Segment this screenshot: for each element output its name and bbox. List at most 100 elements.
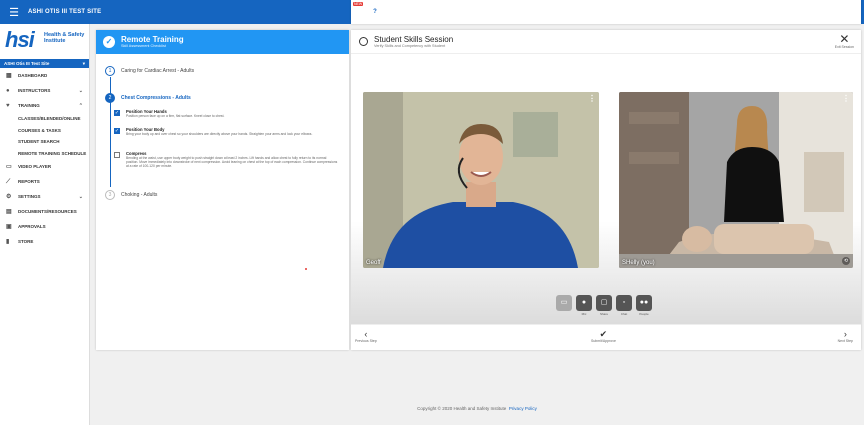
step-number: 1: [105, 66, 115, 76]
checklist-item: Compress Bending at the waist, use upper…: [114, 151, 339, 169]
chevron-right-icon: ›: [843, 329, 847, 339]
sidebar-item-store[interactable]: ▮ Store: [0, 234, 89, 249]
checklist-item: ✓ Position Your Hands Position person fa…: [114, 109, 339, 118]
submit-approve-button[interactable]: ✔ Submit/Approve: [591, 329, 616, 343]
participant-video-image: [619, 92, 853, 268]
checklist-header: ✓ Remote Training Skill Assessment Check…: [96, 30, 349, 54]
session-icon: [359, 37, 368, 46]
mic-toggle[interactable]: ● Mic: [576, 295, 592, 316]
participant-name: Geoff: [366, 260, 381, 266]
checkbox-checked[interactable]: ✓: [114, 128, 120, 134]
copyright-text: Copyright © 2020 Health and Safety Insti…: [417, 406, 507, 411]
session-title: Student Skills Session: [374, 34, 454, 44]
sidebar-subitem-courses[interactable]: Courses & Tasks: [0, 125, 89, 137]
sidebar-item-documents[interactable]: ▤ Documents/Resources: [0, 204, 89, 219]
video-tile-geoff[interactable]: Geoff ⋮: [363, 92, 599, 268]
dashboard-icon: ▦: [6, 72, 12, 79]
step-number: 3: [105, 190, 115, 200]
chevron-down-icon: ▾: [82, 60, 85, 66]
step-label: Chest Compressions - Adults: [121, 95, 191, 101]
chevron-up-icon: ⌃: [78, 102, 83, 109]
checklist-title: Remote Training: [121, 35, 184, 44]
chevron-down-icon: ⌄: [78, 193, 83, 200]
chat-toggle[interactable]: ▫ Chat: [616, 295, 632, 316]
top-app-bar: ☰ ASHI OTIS III TEST SITE NEW ?: [0, 0, 864, 24]
approvals-icon: ▣: [6, 223, 12, 230]
sidebar-item-instructors[interactable]: ● Instructors ⌄: [0, 83, 89, 98]
participant-video-image: [363, 92, 599, 268]
settings-icon: ⚙: [6, 193, 12, 200]
video-session-panel: Student Skills Session Verify Skills and…: [351, 30, 861, 350]
hsi-logo: hsi Health & Safety Institute: [5, 27, 85, 52]
check-circle-icon: ✓: [103, 36, 115, 48]
privacy-policy-link[interactable]: Privacy Policy: [509, 406, 537, 411]
session-subtitle: Verify Skills and Competency with Studen…: [374, 43, 446, 48]
instructors-icon: ●: [6, 87, 10, 94]
org-name: ASHI Otis III Test Site: [4, 61, 50, 66]
screen-share-icon: ▢: [596, 295, 612, 311]
camera-toggle[interactable]: ▭: [556, 295, 572, 316]
exit-session-button[interactable]: ✕ Exit Session: [835, 33, 854, 49]
page-footer: Copyright © 2020 Health and Safety Insti…: [90, 406, 864, 411]
stepper-line: [109, 102, 111, 187]
close-icon: ✕: [839, 32, 850, 46]
more-options-icon[interactable]: ⋮: [588, 95, 596, 103]
store-icon: ▮: [6, 238, 10, 245]
camera-icon: ▭: [556, 295, 572, 311]
mic-icon: ●: [576, 295, 592, 311]
sidebar-subitem-student-search[interactable]: Student Search: [0, 136, 89, 148]
step-label: Choking - Adults: [121, 192, 158, 198]
chat-icon: ▫: [616, 295, 632, 311]
sidebar-item-video-player[interactable]: ▭ Video Player: [0, 159, 89, 174]
cursor-dot: [305, 268, 307, 270]
reports-icon: ⟋: [6, 178, 11, 185]
sidebar-subitem-remote-schedule[interactable]: Remote Training Schedule: [0, 148, 89, 160]
training-icon: ♥: [6, 102, 10, 109]
next-step-button[interactable]: › Next Step: [838, 329, 853, 343]
item-description: Bending at the waist, use upper body wei…: [126, 156, 338, 169]
share-toggle[interactable]: ▢ Share: [596, 295, 612, 316]
checklist-subtitle: Skill Assessment Checklist: [121, 44, 166, 48]
stepper-line: [109, 77, 111, 94]
sidebar-item-dashboard[interactable]: ▦ Dashboard: [0, 68, 89, 83]
checkbox-checked[interactable]: ✓: [114, 110, 120, 116]
documents-icon: ▤: [6, 208, 12, 215]
people-toggle[interactable]: ●● People: [636, 295, 652, 316]
video-stage: Geoff ⋮ SHelly (you) ⋮ ⟲ ▭ ● Mic ▢ Share…: [351, 54, 861, 324]
step-cardiac-arrest[interactable]: 1 Caring for Cardiac Arrest - Adults: [105, 66, 194, 76]
sidebar-item-training[interactable]: ♥ Training ⌃: [0, 98, 89, 113]
checkbox-unchecked[interactable]: [114, 152, 120, 158]
sidebar-subitem-classes[interactable]: Classes/Blended/Online: [0, 113, 89, 125]
video-tile-shelly[interactable]: SHelly (you) ⋮ ⟲: [619, 92, 853, 268]
item-description: Position person face up on a firm, flat …: [126, 114, 225, 118]
skill-checklist-panel: ✓ Remote Training Skill Assessment Check…: [96, 30, 349, 350]
refresh-icon[interactable]: ⟲: [842, 257, 850, 265]
step-label: Caring for Cardiac Arrest - Adults: [121, 68, 195, 74]
item-description: Bring your body up and over chest so you…: [126, 132, 313, 136]
step-number: 2: [105, 93, 115, 103]
sidebar-item-settings[interactable]: ⚙ Settings ⌄: [0, 189, 89, 204]
previous-step-button[interactable]: ‹ Previous Step: [355, 329, 377, 343]
step-chest-compressions[interactable]: 2 Chest Compressions - Adults: [105, 93, 191, 103]
checklist-item: ✓ Position Your Body Bring your body up …: [114, 127, 339, 136]
participant-name: SHelly (you): [622, 260, 655, 266]
site-title: ASHI OTIS III TEST SITE: [28, 9, 102, 15]
more-options-icon[interactable]: ⋮: [842, 95, 850, 103]
call-controls: ▭ ● Mic ▢ Share ▫ Chat ●● People: [556, 295, 652, 316]
step-choking[interactable]: 3 Choking - Adults: [105, 190, 157, 200]
org-selector[interactable]: ASHI Otis III Test Site ▾: [0, 59, 89, 68]
hamburger-menu-icon[interactable]: ☰: [0, 6, 28, 19]
session-header: Student Skills Session Verify Skills and…: [351, 30, 861, 54]
sidebar-item-approvals[interactable]: ▣ Approvals: [0, 219, 89, 234]
user-check-icon: ✔: [599, 329, 608, 339]
chevron-down-icon: ⌄: [78, 87, 83, 94]
session-footer: ‹ Previous Step ✔ Submit/Approve › Next …: [351, 324, 861, 350]
people-icon: ●●: [636, 295, 652, 311]
notifications-icon[interactable]: NEW: [351, 2, 364, 17]
account-icon[interactable]: [389, 7, 399, 17]
notification-badge: NEW: [353, 2, 364, 6]
sidebar: hsi Health & Safety Institute ASHI Otis …: [0, 24, 90, 425]
chevron-left-icon: ‹: [364, 329, 368, 339]
help-icon[interactable]: ?: [370, 7, 380, 17]
sidebar-item-reports[interactable]: ⟋ Reports: [0, 174, 89, 189]
